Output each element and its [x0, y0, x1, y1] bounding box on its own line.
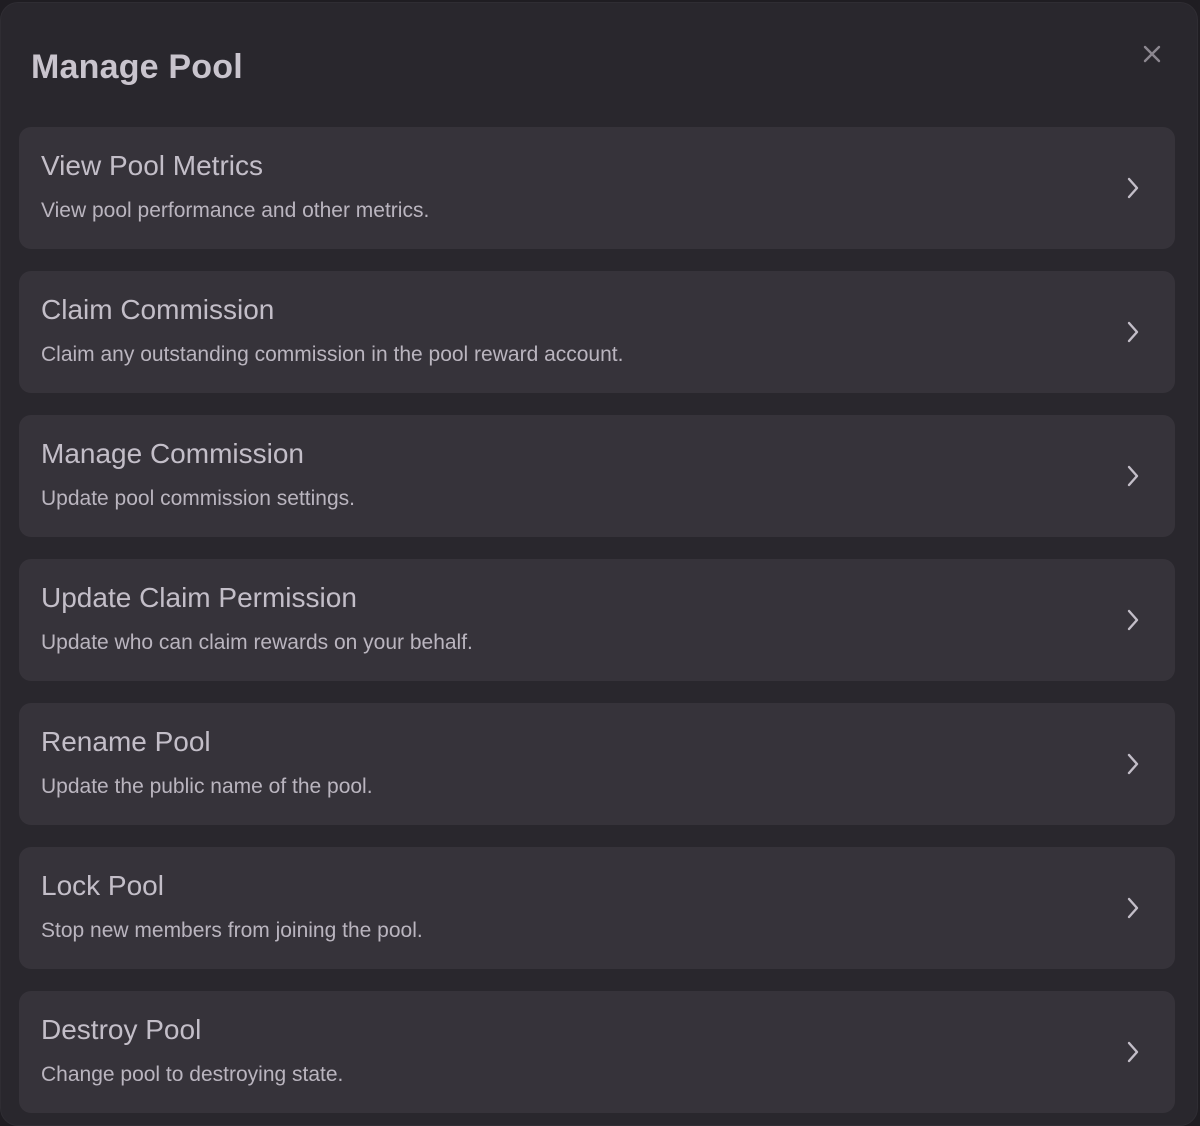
manage-pool-modal: Manage Pool View Pool Metrics View pool … [0, 2, 1198, 1126]
chevron-right-icon [1121, 464, 1145, 488]
option-title: Rename Pool [41, 726, 211, 757]
option-description: Update who can claim rewards on your beh… [41, 631, 473, 654]
chevron-right-icon [1121, 608, 1145, 632]
option-title: Update Claim Permission [41, 582, 357, 613]
chevron-right-icon [1121, 320, 1145, 344]
option-title: Claim Commission [41, 294, 275, 325]
option-description: Stop new members from joining the pool. [41, 919, 423, 942]
close-icon [1143, 45, 1161, 63]
option-description: Claim any outstanding commission in the … [41, 343, 624, 366]
close-button[interactable] [1137, 39, 1167, 69]
option-lock-pool[interactable]: Lock Pool Stop new members from joining … [19, 847, 1175, 969]
option-rename-pool[interactable]: Rename Pool Update the public name of th… [19, 703, 1175, 825]
option-title: Destroy Pool [41, 1014, 202, 1045]
option-claim-commission[interactable]: Claim Commission Claim any outstanding c… [19, 271, 1175, 393]
option-view-pool-metrics[interactable]: View Pool Metrics View pool performance … [19, 127, 1175, 249]
option-update-claim-permission[interactable]: Update Claim Permission Update who can c… [19, 559, 1175, 681]
modal-header: Manage Pool [1, 3, 1197, 113]
pool-options-list: View Pool Metrics View pool performance … [19, 127, 1175, 1113]
option-description: Update pool commission settings. [41, 487, 355, 510]
option-manage-commission[interactable]: Manage Commission Update pool commission… [19, 415, 1175, 537]
option-description: Change pool to destroying state. [41, 1063, 344, 1086]
modal-title: Manage Pool [31, 48, 243, 86]
chevron-right-icon [1121, 752, 1145, 776]
option-title: Manage Commission [41, 438, 304, 469]
option-destroy-pool[interactable]: Destroy Pool Change pool to destroying s… [19, 991, 1175, 1113]
option-title: View Pool Metrics [41, 150, 264, 181]
option-description: Update the public name of the pool. [41, 775, 373, 798]
option-title: Lock Pool [41, 870, 164, 901]
chevron-right-icon [1121, 1040, 1145, 1064]
option-description: View pool performance and other metrics. [41, 199, 430, 222]
chevron-right-icon [1121, 176, 1145, 200]
chevron-right-icon [1121, 896, 1145, 920]
